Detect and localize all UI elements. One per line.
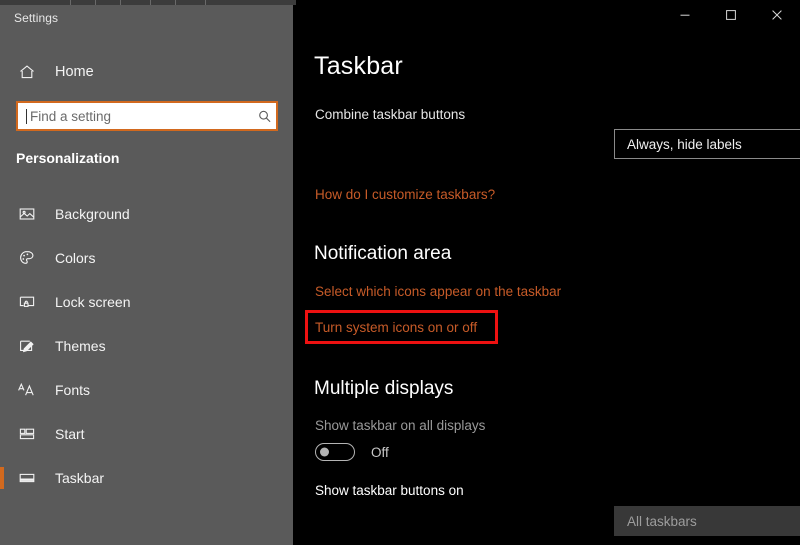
window-controls	[296, 0, 800, 32]
combine-taskbar-buttons-dropdown[interactable]: Always, hide labels	[614, 129, 800, 159]
show-taskbar-all-displays-label: Show taskbar on all displays	[315, 418, 486, 433]
sidebar-item-label-taskbar: Taskbar	[55, 470, 105, 486]
close-button[interactable]	[754, 0, 800, 30]
sidebar: Settings Home Personalization	[0, 5, 293, 545]
sidebar-item-colors[interactable]: Colors	[0, 241, 293, 275]
taskbar-icon	[16, 467, 38, 489]
sidebar-item-fonts[interactable]: Fonts	[0, 373, 293, 407]
minimize-button[interactable]	[662, 0, 708, 30]
multiple-displays-heading: Multiple displays	[314, 378, 454, 399]
page-title: Taskbar	[314, 52, 403, 80]
turn-system-icons-link[interactable]: Turn system icons on or off	[315, 320, 477, 335]
sidebar-item-start[interactable]: Start	[0, 417, 293, 451]
search-box[interactable]	[16, 101, 278, 131]
sidebar-item-label-colors: Colors	[55, 250, 96, 266]
sidebar-category-heading: Personalization	[16, 150, 120, 166]
sidebar-item-themes[interactable]: Themes	[0, 329, 293, 363]
home-icon	[16, 61, 38, 83]
themes-brush-icon	[16, 335, 38, 357]
show-taskbar-all-displays-toggle-row[interactable]: Off	[315, 443, 389, 461]
sidebar-item-label-background: Background	[55, 206, 130, 222]
toggle-knob	[320, 447, 329, 457]
show-taskbar-all-displays-state: Off	[371, 444, 389, 460]
fonts-icon	[16, 379, 38, 401]
customize-taskbars-link[interactable]: How do I customize taskbars?	[315, 187, 495, 202]
start-tiles-icon	[16, 423, 38, 445]
image-icon	[16, 203, 38, 225]
combine-taskbar-buttons-value: Always, hide labels	[627, 136, 742, 152]
sidebar-item-label-lock-screen: Lock screen	[55, 294, 131, 310]
search-input[interactable]	[27, 103, 252, 129]
app-title: Settings	[14, 11, 59, 25]
palette-icon	[16, 247, 38, 269]
sidebar-item-label-fonts: Fonts	[55, 382, 91, 398]
combine-taskbar-buttons-label: Combine taskbar buttons	[315, 107, 466, 122]
content-pane: Taskbar Combine taskbar buttons Always, …	[296, 0, 800, 545]
search-icon	[252, 109, 276, 124]
sidebar-item-label-start: Start	[55, 426, 85, 442]
show-taskbar-buttons-label: Show taskbar buttons on	[315, 483, 464, 498]
sidebar-item-label-home: Home	[55, 64, 94, 80]
sidebar-item-taskbar[interactable]: Taskbar	[0, 461, 293, 495]
sidebar-item-label-themes: Themes	[55, 338, 106, 354]
notification-area-heading: Notification area	[314, 243, 452, 264]
maximize-button[interactable]	[708, 0, 754, 30]
sidebar-item-background[interactable]: Background	[0, 197, 293, 231]
sidebar-item-lock-screen[interactable]: Lock screen	[0, 285, 293, 319]
show-taskbar-buttons-value: All taskbars	[627, 513, 697, 529]
sidebar-item-home[interactable]: Home	[0, 55, 293, 89]
select-icons-link[interactable]: Select which icons appear on the taskbar	[315, 284, 561, 299]
lock-screen-icon	[16, 291, 38, 313]
show-taskbar-all-displays-toggle[interactable]	[315, 443, 355, 461]
settings-window: Settings Home Personalization	[0, 0, 800, 545]
show-taskbar-buttons-dropdown[interactable]: All taskbars	[614, 506, 800, 536]
